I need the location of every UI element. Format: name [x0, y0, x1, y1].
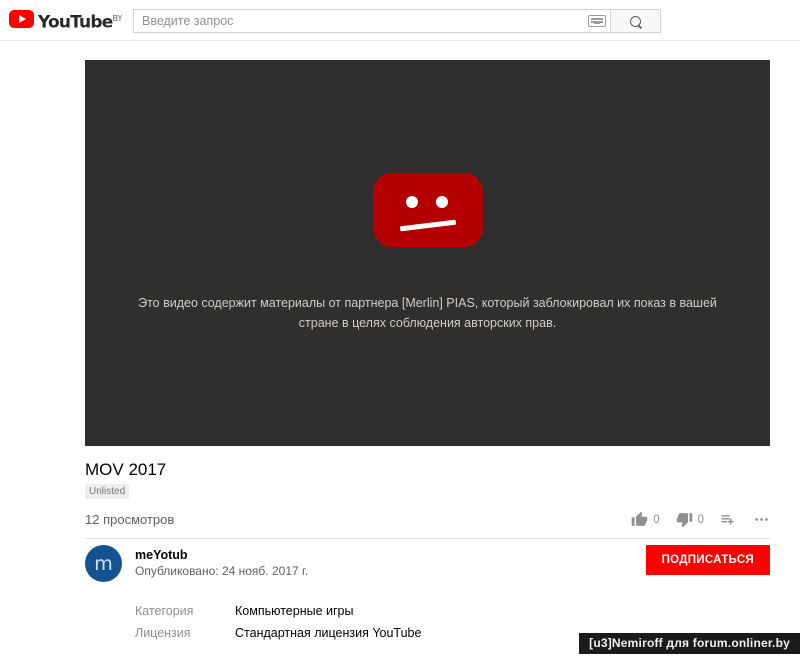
thumb-down-icon: [676, 513, 692, 528]
youtube-wordmark: YouTubeBY: [38, 10, 122, 32]
avatar[interactable]: m: [85, 545, 122, 582]
detail-label-license: Лицензия: [135, 626, 191, 640]
video-details-table: Категория Компьютерные игры Лицензия Ста…: [135, 600, 421, 644]
keyboard-icon[interactable]: [588, 15, 606, 27]
detail-value-category[interactable]: Компьютерные игры: [235, 600, 354, 622]
sad-face-right-eye-icon: [435, 196, 448, 208]
thumb-up-icon: [631, 511, 648, 526]
youtube-logo-text: YouTube: [38, 12, 113, 33]
table-row: Категория Компьютерные игры: [135, 600, 421, 622]
search-box[interactable]: [133, 9, 611, 33]
status-badge: Unlisted: [85, 484, 130, 499]
sad-face-blocked-icon: [372, 173, 483, 247]
channel-name[interactable]: meYotub: [135, 547, 308, 563]
player-blocked-message: Это видео содержит материалы от партнера…: [138, 296, 717, 330]
detail-label-category: Категория: [135, 604, 194, 618]
like-button[interactable]: 0: [631, 511, 660, 528]
channel-text-block: meYotub Опубликовано: 24 нояб. 2017 г.: [135, 545, 308, 580]
more-options-button[interactable]: [753, 511, 770, 528]
like-count: 0: [653, 513, 660, 526]
search-area: [133, 9, 661, 33]
video-actions: 0 0: [631, 511, 770, 528]
add-to-playlist-button[interactable]: [720, 511, 737, 528]
view-count: 12 просмотров: [85, 512, 175, 527]
detail-value-license: Стандартная лицензия YouTube: [235, 626, 422, 640]
video-stats-row: 12 просмотров 0 0: [85, 511, 770, 539]
youtube-logo[interactable]: YouTubeBY: [9, 10, 122, 32]
table-row: Лицензия Стандартная лицензия YouTube: [135, 622, 421, 644]
youtube-country-code: BY: [112, 14, 123, 23]
sad-face-left-eye-icon: [405, 196, 418, 208]
channel-info: m meYotub Опубликовано: 24 нояб. 2017 г.…: [85, 545, 770, 582]
video-meta: MOV 2017 Unlisted 12 просмотров 0 0: [85, 460, 770, 539]
youtube-play-icon: [9, 10, 34, 28]
more-options-icon: [755, 518, 768, 521]
watermark: [u3]Nemiroff для forum.onliner.by: [579, 633, 800, 654]
search-input[interactable]: [142, 14, 584, 28]
app-header: YouTubeBY: [0, 0, 800, 41]
dislike-count: 0: [697, 513, 704, 526]
search-icon: [630, 15, 641, 27]
search-button[interactable]: [611, 9, 661, 33]
publish-date: Опубликовано: 24 нояб. 2017 г.: [135, 564, 309, 578]
subscribe-button[interactable]: ПОДПИСАТЬСЯ: [645, 545, 770, 575]
sad-face-mouth-icon: [399, 219, 456, 232]
video-player[interactable]: Это видео содержит материалы от партнера…: [85, 60, 770, 446]
dislike-button[interactable]: 0: [676, 511, 704, 528]
page-title: MOV 2017: [85, 460, 167, 479]
add-to-playlist-icon: [721, 515, 734, 525]
